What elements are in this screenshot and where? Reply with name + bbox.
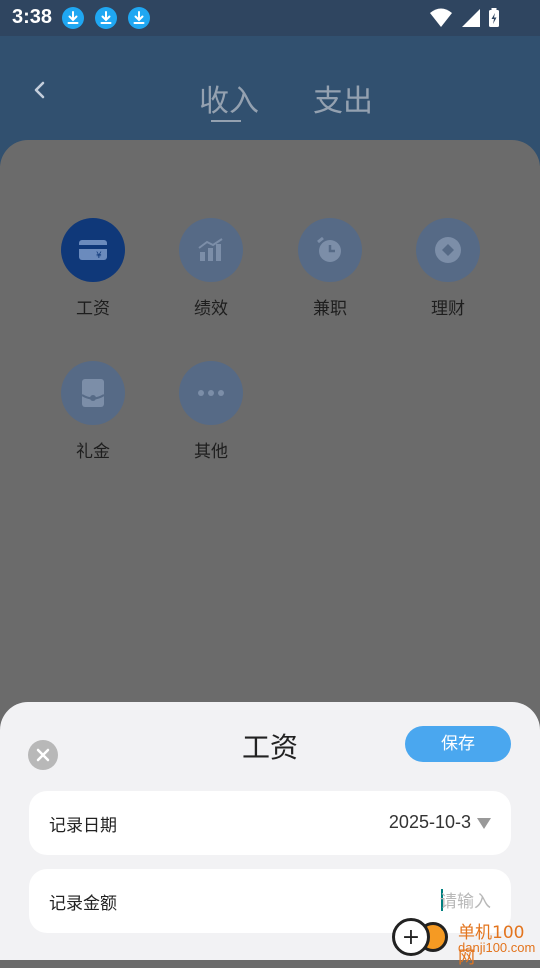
download-icon [128, 7, 150, 29]
category-label: 绩效 [194, 299, 228, 319]
red-envelope-icon [81, 379, 105, 407]
category-label: 其他 [194, 442, 228, 462]
download-icon [62, 7, 84, 29]
category-performance[interactable]: 绩效 [176, 218, 246, 319]
back-button[interactable] [28, 78, 52, 102]
category-performance-circle [179, 218, 243, 282]
date-value[interactable]: 2025-10-3 [389, 812, 471, 833]
diamond-coin-icon [435, 237, 461, 263]
svg-text:¥: ¥ [96, 251, 102, 261]
status-time: 3:38 [12, 6, 53, 28]
watermark: + 单机100网 danji100.com [392, 918, 540, 968]
save-button[interactable]: 保存 [405, 726, 511, 762]
tab-income-underline [211, 120, 241, 122]
category-parttime-circle [298, 218, 362, 282]
category-salary[interactable]: ¥ 工资 [58, 218, 128, 319]
category-finance-circle [416, 218, 480, 282]
dropdown-triangle-icon[interactable] [477, 818, 491, 829]
chevron-left-icon [34, 81, 45, 99]
tab-expense[interactable]: 支出 [313, 76, 373, 120]
signal-icon [460, 8, 480, 32]
more-dots-icon [198, 390, 224, 396]
date-row[interactable]: 记录日期 2025-10-3 [29, 791, 511, 855]
category-label: 兼职 [313, 299, 347, 319]
category-parttime[interactable]: 兼职 [295, 218, 365, 319]
category-label: 理财 [431, 299, 465, 319]
category-gift[interactable]: 礼金 [58, 361, 128, 462]
category-label: 工资 [76, 299, 110, 319]
amount-label: 记录金额 [49, 894, 117, 914]
category-label: 礼金 [76, 442, 110, 462]
category-other[interactable]: 其他 [176, 361, 246, 462]
date-label: 记录日期 [49, 816, 117, 836]
battery-charging-icon [488, 8, 500, 32]
download-icon [95, 7, 117, 29]
category-other-circle [179, 361, 243, 425]
wallet-yen-icon: ¥ [79, 240, 107, 261]
growth-chart-icon [198, 238, 223, 261]
alarm-clock-icon [317, 236, 341, 262]
tab-income[interactable]: 收入 [199, 76, 259, 120]
status-bar: 3:38 [0, 0, 540, 36]
category-gift-circle [61, 361, 125, 425]
watermark-logo-icon: + [392, 918, 430, 956]
category-salary-circle: ¥ [61, 218, 125, 282]
amount-input[interactable] [289, 887, 493, 917]
watermark-url: danji100.com [458, 940, 536, 955]
category-finance[interactable]: 理财 [413, 218, 483, 319]
wifi-icon [430, 8, 452, 32]
